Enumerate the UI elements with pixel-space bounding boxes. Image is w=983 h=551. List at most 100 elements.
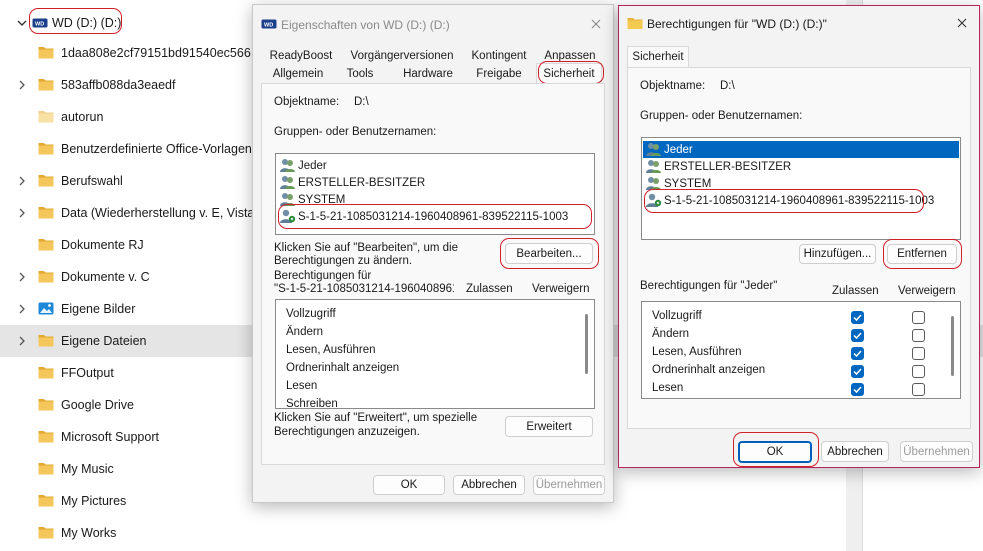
titlebar[interactable]: Berechtigungen für "WD (D:) (D:)"	[619, 6, 979, 44]
tree-item-label: 1daa808e2cf79151bd91540ec566	[61, 46, 251, 60]
permission-name: Lesen	[286, 380, 318, 392]
checkmark-icon	[853, 332, 862, 340]
ok-button[interactable]: OK	[738, 441, 812, 463]
deny-checkbox[interactable]	[912, 311, 925, 324]
apply-button[interactable]: Übernehmen	[900, 441, 973, 462]
close-icon	[591, 19, 601, 29]
folder-icon	[38, 398, 54, 411]
chevron-right-icon[interactable]	[15, 334, 29, 348]
object-name-label: Objektname:	[640, 80, 706, 92]
user-list-item[interactable]: S-1-5-21-1085031214-1960408961-839522115…	[279, 208, 568, 225]
remove-button[interactable]: Entfernen	[887, 244, 957, 264]
cancel-button[interactable]: Abbrechen	[453, 475, 525, 495]
tree-item[interactable]: My Works	[0, 517, 983, 549]
allow-checkbox[interactable]	[851, 347, 864, 360]
chevron-right-icon[interactable]	[15, 174, 29, 188]
checkmark-icon	[853, 368, 862, 376]
folder-icon	[38, 430, 54, 443]
allow-checkbox[interactable]	[851, 329, 864, 342]
advanced-hint: Berechtigungen anzuzeigen.	[274, 426, 420, 438]
cancel-button[interactable]: Abbrechen	[821, 441, 889, 462]
tab-kontingent[interactable]: Kontingent	[465, 48, 533, 64]
user-name: S-1-5-21-1085031214-1960408961-839522115…	[298, 210, 569, 223]
tree-item-label: Dokumente v. C	[61, 270, 150, 284]
apply-button[interactable]: Übernehmen	[533, 475, 605, 495]
permission-name: Vollzugriff	[652, 310, 702, 322]
close-button[interactable]	[587, 15, 605, 33]
user-list[interactable]: Jeder ERSTELLER-BESITZER SYSTEM S-1-5-21-10…	[275, 153, 595, 235]
deny-checkbox[interactable]	[912, 347, 925, 360]
tab-sicherheit[interactable]: Sicherheit	[536, 63, 602, 84]
permission-name: Ändern	[286, 326, 324, 338]
scrollbar[interactable]	[585, 314, 588, 374]
unknown-user-icon	[279, 209, 298, 224]
tree-item-label: Google Drive	[61, 398, 134, 412]
folder-icon	[38, 110, 54, 123]
permission-name: Ändern	[652, 328, 690, 340]
user-list-item[interactable]: Jeder	[279, 157, 327, 174]
object-name-label: Objektname:	[274, 96, 340, 108]
deny-checkbox[interactable]	[912, 365, 925, 378]
tab-hardware[interactable]: Hardware	[389, 66, 467, 82]
tree-item-label: Dokumente RJ	[61, 238, 144, 252]
folder-icon	[38, 462, 54, 475]
add-button[interactable]: Hinzufügen...	[799, 244, 876, 264]
tree-item-label: Benutzerdefinierte Office-Vorlagen	[61, 142, 252, 156]
tree-item-label: Data (Wiederherstellung v. E, Vista)	[61, 206, 259, 220]
chevron-right-icon[interactable]	[15, 302, 29, 316]
user-group-icon	[645, 142, 664, 157]
tab-anpassen[interactable]: Anpassen	[537, 48, 603, 64]
permission-name: Vollzugriff	[286, 308, 336, 320]
tab-tools[interactable]: Tools	[335, 66, 385, 82]
dialog-title: Eigenschaften von WD (D:) (D:)	[281, 18, 450, 32]
edit-button[interactable]: Bearbeiten...	[505, 243, 593, 264]
tab-allgemein[interactable]: Allgemein	[263, 66, 333, 82]
user-list-item[interactable]: S-1-5-21-1085031214-1960408961-839522115…	[645, 192, 934, 209]
pictures-folder-icon	[38, 302, 54, 315]
allow-checkbox[interactable]	[851, 311, 864, 324]
user-list-item[interactable]: SYSTEM	[279, 191, 345, 208]
object-name-value: D:\	[720, 80, 735, 92]
deny-checkbox[interactable]	[912, 329, 925, 342]
tree-item-label: Eigene Dateien	[61, 334, 147, 348]
permissions-for-label: Berechtigungen für "Jeder"	[640, 280, 778, 292]
user-list-item[interactable]: SYSTEM	[645, 175, 711, 192]
titlebar[interactable]: WD Eigenschaften von WD (D:) (D:)	[253, 5, 613, 43]
allow-header: Zulassen	[832, 285, 879, 297]
user-list-item[interactable]: ERSTELLER-BESITZER	[645, 158, 791, 175]
chevron-right-icon[interactable]	[15, 78, 29, 92]
chevron-down-icon[interactable]	[15, 16, 29, 30]
groups-label: Gruppen- oder Benutzernamen:	[274, 126, 437, 138]
deny-checkbox[interactable]	[912, 383, 925, 396]
tree-item-label: FFOutput	[61, 366, 114, 380]
user-list-item[interactable]: Jeder	[643, 141, 959, 158]
scrollbar[interactable]	[951, 316, 954, 376]
permission-name: Lesen, Ausführen	[652, 346, 742, 358]
allow-checkbox[interactable]	[851, 365, 864, 378]
svg-text:WD: WD	[264, 22, 273, 28]
close-button[interactable]	[953, 14, 971, 32]
permission-name: Ordnerinhalt anzeigen	[652, 364, 766, 376]
tab-vorgaengerversionen[interactable]: Vorgängerversionen	[343, 48, 461, 64]
user-group-icon	[279, 158, 298, 173]
user-name: ERSTELLER-BESITZER	[664, 160, 792, 173]
tree-item-label: My Pictures	[61, 494, 127, 508]
object-name-value: D:\	[354, 96, 369, 108]
tab-readyboost[interactable]: ReadyBoost	[263, 48, 339, 64]
allow-checkbox[interactable]	[851, 383, 864, 396]
permissions-dialog: Berechtigungen für "WD (D:) (D:)" Sicher…	[618, 5, 980, 468]
ok-button[interactable]: OK	[373, 475, 445, 495]
tab-sicherheit[interactable]: Sicherheit	[627, 46, 689, 68]
folder-icon	[38, 334, 54, 347]
edit-hint: Berechtigungen zu ändern.	[274, 255, 413, 267]
tree-item-label: Eigene Bilder	[61, 302, 136, 316]
user-list-item[interactable]: ERSTELLER-BESITZER	[279, 174, 425, 191]
checkmark-icon	[853, 350, 862, 358]
properties-dialog: WD Eigenschaften von WD (D:) (D:) ReadyB…	[252, 4, 614, 503]
folder-icon	[38, 46, 54, 59]
chevron-right-icon[interactable]	[15, 270, 29, 284]
tab-freigabe[interactable]: Freigabe	[471, 66, 527, 82]
chevron-right-icon[interactable]	[15, 206, 29, 220]
advanced-button[interactable]: Erweitert	[505, 416, 593, 437]
user-list[interactable]: Jeder ERSTELLER-BESITZER SYSTEM S-1-5-21-10…	[641, 137, 961, 240]
